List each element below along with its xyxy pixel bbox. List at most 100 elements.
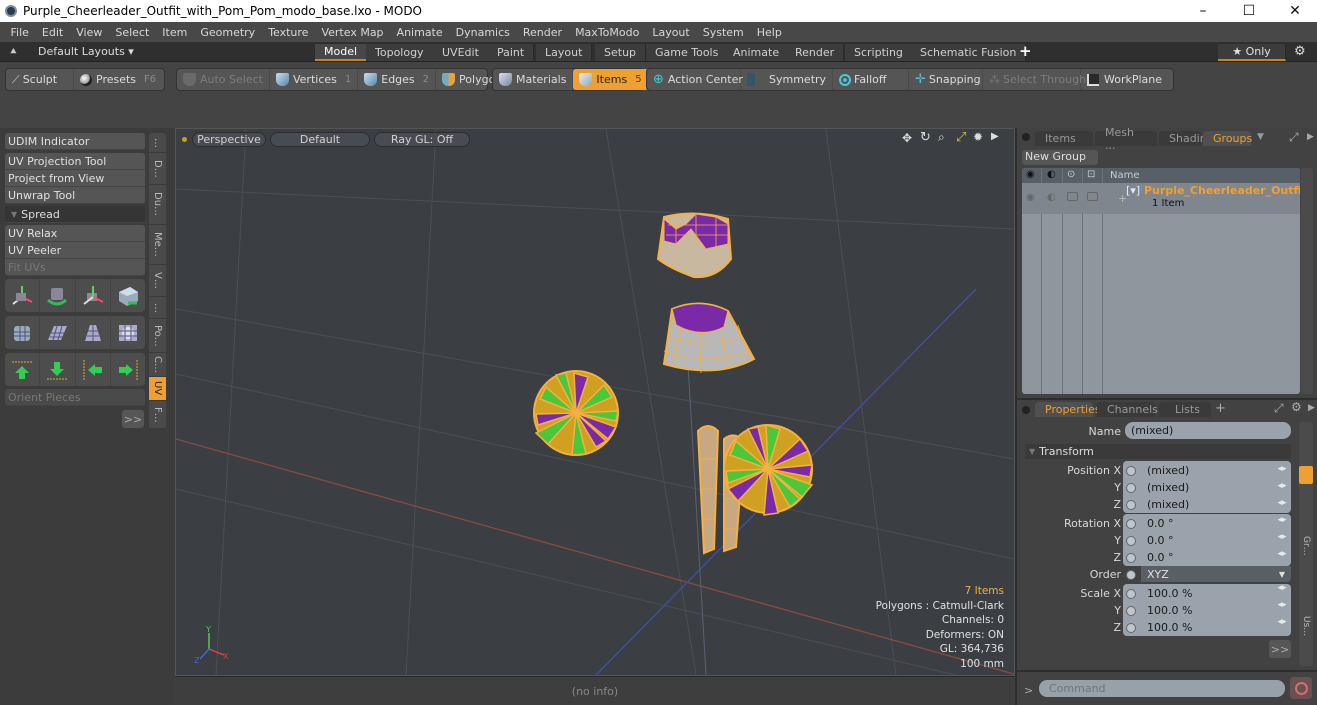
vtab-po[interactable]: Po…	[149, 319, 166, 353]
minimize-button[interactable]: –	[1180, 0, 1226, 22]
selectable-icon[interactable]: ⊡	[1087, 169, 1095, 180]
rotation-x-anim-dot[interactable]	[1126, 519, 1136, 529]
row-select-box[interactable]	[1087, 192, 1098, 201]
rotation-y-anim-dot[interactable]	[1126, 536, 1136, 546]
rotation-z-field[interactable]: 0.0 °	[1141, 549, 1271, 565]
tab-schematic-fusion[interactable]: Schematic Fusion	[911, 44, 1027, 61]
rotation-y-field[interactable]: 0.0 °	[1141, 532, 1271, 548]
menu-vertex-map[interactable]: Vertex Map	[315, 26, 390, 39]
tab-lists[interactable]: Lists	[1159, 402, 1211, 417]
vtab-me[interactable]: Me…	[149, 225, 166, 265]
pan-view-icon[interactable]: ✥	[902, 131, 912, 145]
row-render-icon[interactable]: ◐	[1047, 192, 1056, 203]
scale-y-anim-dot[interactable]	[1126, 606, 1136, 616]
items-button[interactable]: Items 5	[573, 69, 649, 90]
scale-z-anim-dot[interactable]	[1126, 623, 1136, 633]
vtab-d[interactable]: D…	[149, 153, 166, 185]
menu-animate[interactable]: Animate	[390, 26, 449, 39]
view-type-button[interactable]: Perspective	[192, 132, 266, 147]
transform-section-header[interactable]: ▼ Transform	[1025, 444, 1291, 459]
side-tab-gr[interactable]: Gr…	[1301, 536, 1311, 556]
default-layouts-dropdown[interactable]: Default Layouts ▾	[38, 45, 134, 58]
side-tab-us[interactable]: Us…	[1301, 616, 1311, 636]
menu-item[interactable]: Item	[156, 26, 194, 39]
uv-planar-projection-icon[interactable]	[40, 316, 76, 349]
uv-rotate-tool-icon[interactable]	[40, 279, 76, 312]
select-through-button[interactable]: ⁂ Select Through	[983, 69, 1086, 90]
presets-button[interactable]: Presets F6	[74, 69, 162, 90]
order-dropdown[interactable]: XYZ ▼	[1141, 566, 1291, 582]
name-field[interactable]: (mixed)	[1125, 422, 1291, 439]
tab-render[interactable]: Render	[786, 44, 845, 61]
tab-groups[interactable]: Groups	[1203, 131, 1252, 146]
uv-relax-button[interactable]: UV Relax	[5, 225, 145, 242]
materials-button[interactable]: Materials	[493, 69, 574, 90]
rotation-z-anim-dot[interactable]	[1126, 553, 1136, 563]
vtab-v[interactable]: V…	[149, 265, 166, 297]
tab-setup[interactable]: Setup	[595, 44, 647, 61]
layout-up-icon[interactable]: ⯅	[9, 45, 18, 59]
add-layout-tab-button[interactable]: +	[1019, 42, 1032, 60]
tab-mesh[interactable]: Mesh ...	[1095, 126, 1157, 152]
vtab-f[interactable]: F…	[149, 401, 166, 429]
group-name[interactable]: Purple_Cheerleader_Outfi...	[1144, 184, 1300, 197]
tab-scripting[interactable]: Scripting	[845, 44, 913, 61]
project-from-view-button[interactable]: Project from View	[5, 170, 145, 187]
row-eye-icon[interactable]: ◉	[1026, 192, 1035, 203]
value-stepper-column[interactable]: ◂▸ ◂▸ ◂▸ ◂▸ ◂▸ ◂▸ ◂▸ ◂▸ ◂▸	[1273, 461, 1291, 636]
panel-arrow-icon[interactable]: ▶	[1307, 132, 1314, 142]
panel-menu-dot[interactable]	[1022, 133, 1030, 141]
falloff-button[interactable]: Falloff	[833, 69, 909, 90]
viewport-settings-icon[interactable]: ✹	[973, 130, 983, 144]
tab-game-tools[interactable]: Game Tools	[646, 44, 729, 61]
order-anim-dot[interactable]	[1126, 570, 1136, 580]
uv-cubic-projection-icon[interactable]	[111, 316, 145, 349]
uv-perspective-projection-icon[interactable]	[76, 316, 111, 349]
expand-panel-icon[interactable]: ⤢	[1289, 130, 1299, 145]
uv-peeler-button[interactable]: UV Peeler	[5, 242, 145, 259]
row-lock-box[interactable]	[1067, 192, 1078, 201]
menu-layout[interactable]: Layout	[646, 26, 696, 39]
position-x-anim-dot[interactable]	[1126, 466, 1136, 476]
command-input[interactable]	[1039, 680, 1285, 697]
tab-layout[interactable]: Layout	[536, 44, 593, 61]
scale-y-field[interactable]: 100.0 %	[1141, 602, 1271, 618]
scale-x-anim-dot[interactable]	[1126, 589, 1136, 599]
maximize-button[interactable]: ☐	[1226, 0, 1272, 22]
more-tools-button[interactable]: >>	[122, 410, 144, 428]
tab-uvedit[interactable]: UVEdit	[433, 44, 489, 61]
position-z-anim-dot[interactable]	[1126, 500, 1136, 510]
menu-view[interactable]: View	[70, 26, 109, 39]
group-row[interactable]: ◉ ◐ + [▾] Purple_Cheerleader_Outfi... 1 …	[1022, 183, 1300, 214]
properties-expand-icon[interactable]: ⤢	[1274, 401, 1284, 416]
orient-pieces-button[interactable]: Orient Pieces	[5, 389, 145, 406]
vtab-du[interactable]: Du…	[149, 185, 166, 225]
edges-button[interactable]: Edges 2	[358, 69, 437, 90]
fit-uvs-button[interactable]: Fit UVs	[5, 259, 145, 276]
menu-system[interactable]: System	[696, 26, 750, 39]
tab-items[interactable]: Items	[1035, 131, 1093, 146]
properties-gear-icon[interactable]: ⚙	[1291, 400, 1302, 414]
action-center-button[interactable]: ⊕ Action Center	[647, 69, 743, 90]
vtab-c[interactable]: C…	[149, 353, 166, 377]
scale-x-field[interactable]: 100.0 %	[1141, 585, 1271, 601]
uv-scale-tool-icon[interactable]	[76, 279, 111, 312]
spread-section-header[interactable]: ▼ Spread	[5, 206, 145, 223]
add-tab-button[interactable]: +	[1215, 401, 1226, 416]
raygl-toggle[interactable]: Ray GL: Off	[374, 132, 470, 147]
tab-paint[interactable]: Paint	[488, 44, 535, 61]
uv-cylinder-projection-icon[interactable]	[5, 316, 41, 349]
tab-properties[interactable]: Properties	[1035, 402, 1101, 417]
unwrap-tool-button[interactable]: Unwrap Tool	[5, 187, 145, 204]
position-x-field[interactable]: (mixed)	[1141, 462, 1271, 478]
shading-mode-button[interactable]: Default	[270, 132, 370, 147]
render-icon[interactable]: ◐	[1047, 169, 1056, 180]
tab-model[interactable]: Model	[315, 44, 368, 61]
tabs-dropdown-icon[interactable]: ▼	[1257, 132, 1264, 142]
align-down-icon[interactable]	[40, 353, 76, 386]
auto-select-button[interactable]: Auto Select	[177, 69, 270, 90]
position-z-field[interactable]: (mixed)	[1141, 496, 1271, 512]
position-y-field[interactable]: (mixed)	[1141, 479, 1271, 495]
rotate-view-icon[interactable]: ↻	[920, 130, 931, 145]
align-left-icon[interactable]	[76, 353, 111, 386]
